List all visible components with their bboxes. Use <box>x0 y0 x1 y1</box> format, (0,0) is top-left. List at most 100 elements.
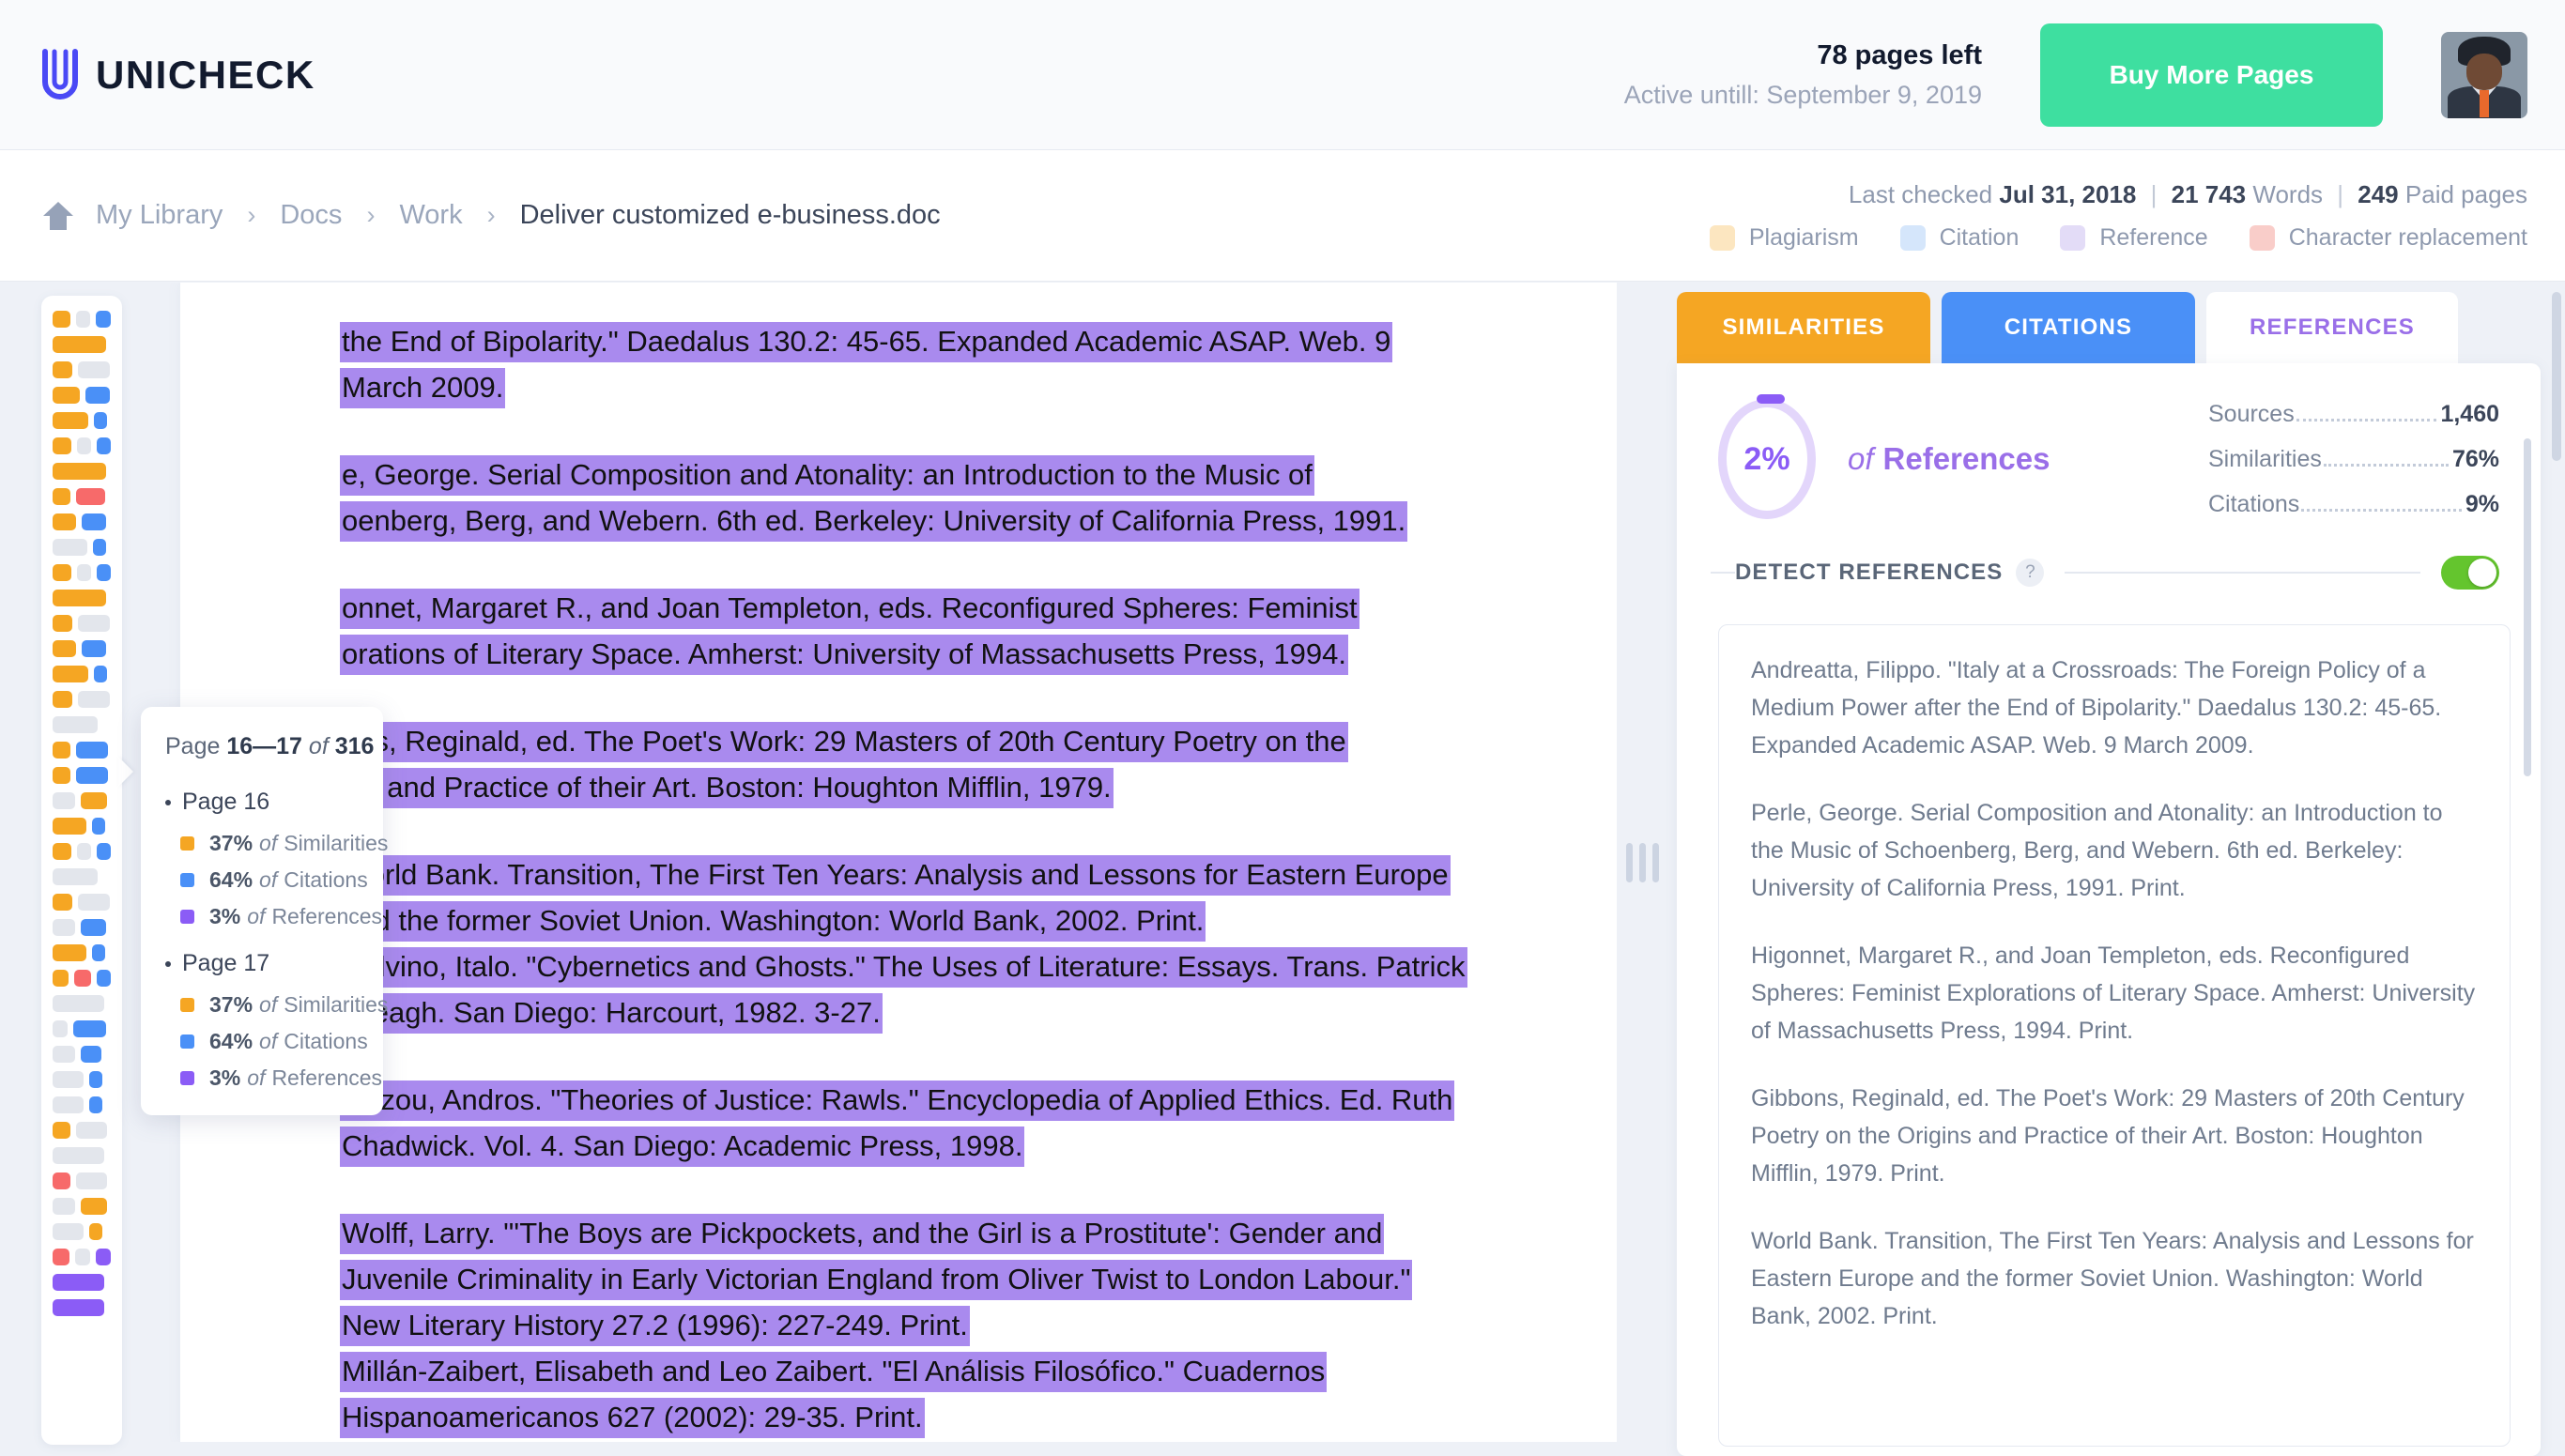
document-line: Juvenile Criminality in Early Victorian … <box>340 1256 1504 1302</box>
minimap-row[interactable] <box>53 894 111 911</box>
minimap-row[interactable] <box>53 1096 111 1113</box>
reference-highlight[interactable]: ins and Practice of their Art. Boston: H… <box>340 768 1114 808</box>
reference-highlight[interactable]: Hispanoamericanos 627 (2002): 29-35. Pri… <box>340 1398 925 1438</box>
legend-label: Reference <box>2099 224 2207 252</box>
reference-highlight[interactable]: Calvino, Italo. "Cybernetics and Ghosts.… <box>340 947 1467 988</box>
breadcrumb-item-work[interactable]: Work <box>399 200 462 231</box>
minimap-row[interactable] <box>53 1274 111 1291</box>
minimap-row[interactable] <box>53 564 111 581</box>
document-paragraph: onnet, Margaret R., and Joan Templeton, … <box>340 585 1504 677</box>
minimap-row[interactable] <box>53 539 111 556</box>
reference-highlight[interactable]: Juvenile Criminality in Early Victorian … <box>340 1260 1412 1300</box>
question-mark-icon[interactable]: ? <box>2016 559 2044 587</box>
reference-entry[interactable]: Andreatta, Filippo. "Italy at a Crossroa… <box>1751 651 2478 764</box>
minimap-row[interactable] <box>53 1046 111 1063</box>
page-scrollbar[interactable] <box>2552 292 2561 461</box>
minimap-row[interactable] <box>53 590 111 606</box>
reference-entry[interactable]: Gibbons, Reginald, ed. The Poet's Work: … <box>1751 1080 2478 1192</box>
minimap-row[interactable] <box>53 1299 111 1316</box>
minimap-row[interactable] <box>53 615 111 632</box>
home-icon[interactable] <box>41 200 75 232</box>
reference-highlight[interactable]: Wolff, Larry. "'The Boys are Pickpockets… <box>340 1214 1384 1254</box>
panel-resize-handle[interactable] <box>1617 283 1667 1442</box>
minimap-row[interactable] <box>53 767 111 784</box>
minimap-row[interactable] <box>53 1223 111 1240</box>
document-minimap[interactable] <box>41 296 122 1445</box>
reference-highlight[interactable]: Millán-Zaibert, Elisabeth and Leo Zaiber… <box>340 1352 1327 1392</box>
brand-logo[interactable]: UNICHECK <box>39 48 315 102</box>
minimap-row[interactable] <box>53 691 111 708</box>
minimap-segment-empty <box>76 1122 107 1139</box>
minimap-row[interactable] <box>53 868 111 885</box>
reference-highlight[interactable]: World Bank. Transition, The First Ten Ye… <box>340 855 1451 896</box>
minimap-segment-replacement <box>53 1249 69 1265</box>
minimap-row[interactable] <box>53 843 111 860</box>
minimap-row[interactable] <box>53 640 111 657</box>
minimap-row[interactable] <box>53 1147 111 1164</box>
reference-highlight[interactable]: Loizou, Andros. "Theories of Justice: Ra… <box>340 1081 1454 1121</box>
tooltip-page-group: Page 1637%ofSimilarities64%ofCitations3%… <box>165 789 359 929</box>
reference-highlight[interactable]: the End of Bipolarity." Daedalus 130.2: … <box>340 322 1392 362</box>
minimap-segment-empty <box>78 691 109 708</box>
minimap-row[interactable] <box>53 944 111 961</box>
meta-divider: | <box>2143 180 2165 208</box>
references-score-label: ofReferences <box>1848 441 2050 477</box>
minimap-row[interactable] <box>53 995 111 1012</box>
buy-more-pages-button[interactable]: Buy More Pages <box>2040 23 2383 127</box>
reference-entry[interactable]: Perle, George. Serial Composition and At… <box>1751 794 2478 907</box>
reference-highlight[interactable]: onnet, Margaret R., and Joan Templeton, … <box>340 589 1359 629</box>
minimap-row[interactable] <box>53 1071 111 1088</box>
breadcrumb-item-my-library[interactable]: My Library <box>96 200 223 231</box>
minimap-row[interactable] <box>53 919 111 936</box>
minimap-row[interactable] <box>53 716 111 733</box>
reference-entry[interactable]: World Bank. Transition, The First Ten Ye… <box>1751 1222 2478 1335</box>
references-list-box[interactable]: Andreatta, Filippo. "Italy at a Crossroa… <box>1718 624 2511 1447</box>
stat-value: 76% <box>2452 446 2499 473</box>
minimap-row[interactable] <box>53 463 111 480</box>
reference-highlight[interactable]: e, George. Serial Composition and Atonal… <box>340 455 1314 496</box>
minimap-row[interactable] <box>53 412 111 429</box>
minimap-row[interactable] <box>53 513 111 530</box>
minimap-row[interactable] <box>53 311 111 328</box>
minimap-row[interactable] <box>53 1198 111 1215</box>
document-line: onnet, Margaret R., and Joan Templeton, … <box>340 585 1504 631</box>
minimap-segment-citation <box>82 513 106 530</box>
reference-highlight[interactable]: orations of Literary Space. Amherst: Uni… <box>340 635 1348 675</box>
tab-citations[interactable]: CITATIONS <box>1942 292 2195 363</box>
tab-similarities[interactable]: SIMILARITIES <box>1677 292 1930 363</box>
stat-row-similarities: Similarities76% <box>2208 446 2499 473</box>
minimap-row[interactable] <box>53 818 111 835</box>
minimap-row[interactable] <box>53 792 111 809</box>
breadcrumb-bar: My Library › Docs › Work › Deliver custo… <box>0 150 2565 282</box>
minimap-row[interactable] <box>53 666 111 682</box>
minimap-row[interactable] <box>53 361 111 378</box>
reference-highlight[interactable]: ons, Reginald, ed. The Poet's Work: 29 M… <box>340 722 1348 762</box>
tooltip-title-prefix: Page <box>165 733 220 759</box>
panel-scrollbar[interactable] <box>2524 438 2531 776</box>
minimap-row[interactable] <box>53 1122 111 1139</box>
minimap-segment-similarity <box>89 1223 102 1240</box>
minimap-segment-similarity <box>53 361 72 378</box>
reference-entry[interactable]: Higonnet, Margaret R., and Joan Templeto… <box>1751 937 2478 1050</box>
reference-highlight[interactable]: oenberg, Berg, and Webern. 6th ed. Berke… <box>340 501 1407 542</box>
avatar[interactable] <box>2441 32 2527 118</box>
minimap-row[interactable] <box>53 742 111 759</box>
minimap-row[interactable] <box>53 1020 111 1037</box>
minimap-row[interactable] <box>53 970 111 987</box>
reference-highlight[interactable]: New Literary History 27.2 (1996): 227-24… <box>340 1306 970 1346</box>
reference-highlight[interactable]: and the former Soviet Union. Washington:… <box>340 901 1206 942</box>
minimap-row[interactable] <box>53 1172 111 1189</box>
reference-highlight[interactable]: March 2009. <box>340 368 505 408</box>
minimap-row[interactable] <box>53 387 111 404</box>
reference-highlight[interactable]: Creagh. San Diego: Harcourt, 1982. 3-27. <box>340 993 883 1034</box>
minimap-row[interactable] <box>53 336 111 353</box>
detect-references-toggle[interactable] <box>2441 556 2499 590</box>
minimap-row[interactable] <box>53 437 111 454</box>
tab-references[interactable]: REFERENCES <box>2206 292 2458 363</box>
minimap-row[interactable] <box>53 1249 111 1265</box>
reference-highlight[interactable]: Chadwick. Vol. 4. San Diego: Academic Pr… <box>340 1126 1024 1167</box>
document-line: oenberg, Berg, and Webern. 6th ed. Berke… <box>340 498 1504 544</box>
tooltip-stat-swatch <box>180 998 194 1012</box>
minimap-row[interactable] <box>53 488 111 505</box>
breadcrumb-item-docs[interactable]: Docs <box>280 200 342 231</box>
